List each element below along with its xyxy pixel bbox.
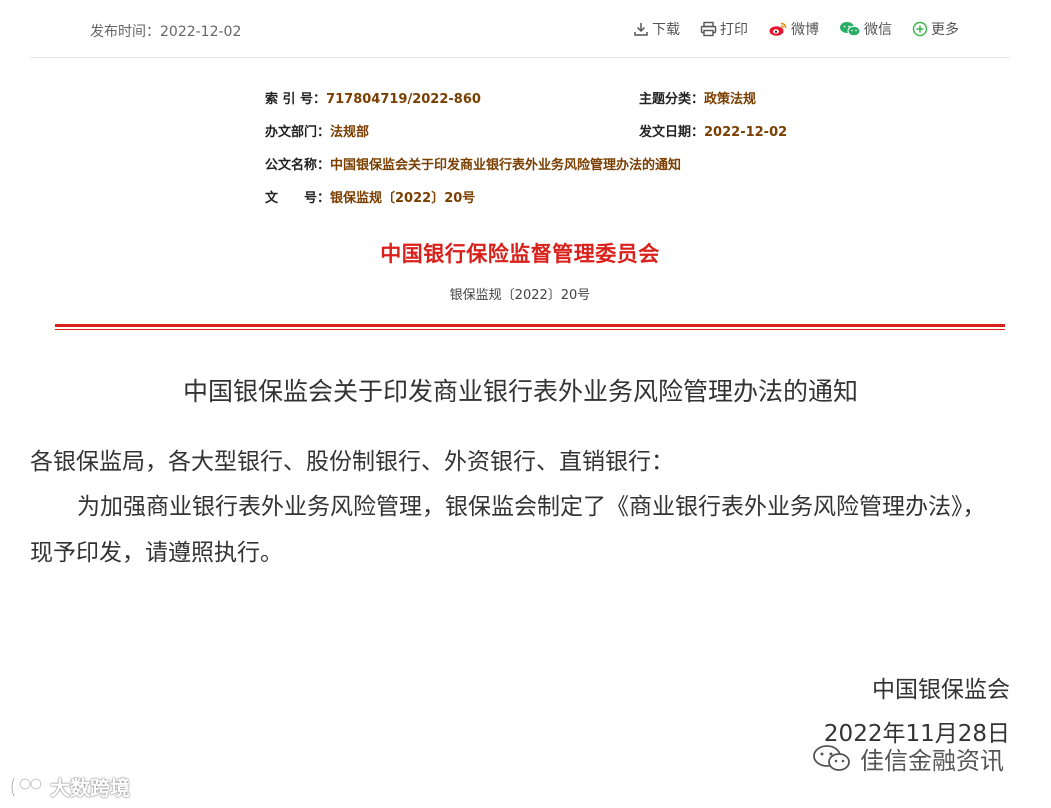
- meta-index: 索 引 号：717804719/2022-860: [265, 92, 481, 107]
- wechat-icon: [840, 22, 861, 37]
- document-number: 银保监规〔2022〕20号: [449, 288, 591, 303]
- plus-circle-icon: [912, 21, 928, 37]
- toolbar: 下载 打印 微博 微信 更多: [633, 19, 959, 39]
- meta-topic: 主题分类：政策法规: [639, 92, 757, 107]
- meta-date: 发文日期：2022-12-02: [639, 125, 788, 140]
- top-bar: 发布时间：2022-12-02 下载 打印 微博 微信 更多: [0, 0, 1051, 58]
- red-divider-thick: [55, 324, 1005, 327]
- signer: 中国银保监会: [872, 677, 1010, 703]
- wechat-watermark-icon: [813, 744, 850, 771]
- download-icon: [634, 23, 648, 36]
- download-label: 下载: [652, 22, 680, 38]
- meta-document-number: 文 号：银保监规〔2022〕20号: [265, 191, 476, 206]
- weibo-label: 微博: [791, 22, 819, 38]
- publish-time: 发布时间：2022-12-02: [90, 24, 242, 40]
- watermark-logo-icon: [10, 776, 43, 797]
- wechat-share-button[interactable]: 微信: [839, 19, 892, 39]
- meta-department: 办文部门：法规部: [265, 125, 370, 140]
- watermark-right-text: 佳信金融资讯: [860, 747, 1004, 775]
- download-button[interactable]: 下载: [633, 19, 680, 39]
- salutation: 各银保监局，各大型银行、股份制银行、外资银行、直销银行：: [30, 449, 674, 475]
- more-label: 更多: [931, 22, 959, 38]
- wechat-label: 微信: [864, 22, 892, 38]
- watermark-right: 佳信金融资讯: [812, 741, 1004, 776]
- body-paragraph: 为加强商业银行表外业务风险管理，银保监会制定了《商业银行表外业务风险管理办法》，…: [30, 494, 986, 566]
- weibo-icon: [769, 22, 787, 36]
- watermark-left-text: 大数跨境: [50, 776, 130, 800]
- printer-icon: [700, 21, 717, 37]
- header-divider: [30, 57, 1010, 58]
- print-label: 打印: [720, 22, 748, 38]
- weibo-share-button[interactable]: 微博: [768, 19, 819, 39]
- red-divider-thin: [55, 329, 1005, 330]
- watermark-left: 大数跨境: [8, 772, 130, 801]
- document-title: 中国银保监会关于印发商业银行表外业务风险管理办法的通知: [182, 377, 858, 406]
- print-button[interactable]: 打印: [700, 19, 748, 39]
- issuing-authority: 中国银行保险监督管理委员会: [380, 242, 660, 266]
- more-share-button[interactable]: 更多: [912, 19, 959, 39]
- meta-document-name: 公文名称：中国银保监会关于印发商业银行表外业务风险管理办法的通知: [265, 158, 682, 173]
